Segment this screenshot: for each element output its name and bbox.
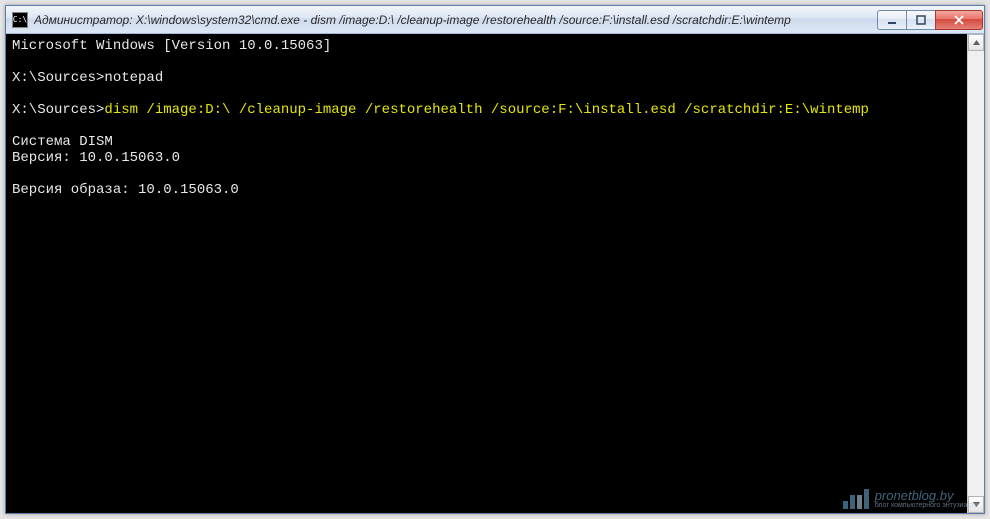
terminal-area: Microsoft Windows [Version 10.0.15063] X… xyxy=(6,34,984,513)
scroll-up-button[interactable] xyxy=(968,34,984,51)
terminal-output[interactable]: Microsoft Windows [Version 10.0.15063] X… xyxy=(6,34,967,513)
output-line-3: Версия образа: 10.0.15063.0 xyxy=(12,182,239,198)
prompt-1: X:\Sources> xyxy=(12,70,104,86)
cmd-window: C:\ Администратор: X:\windows\system32\c… xyxy=(5,5,985,514)
command-1: notepad xyxy=(104,70,163,86)
command-2: dism /image:D:\ /cleanup-image /restoreh… xyxy=(104,102,869,118)
output-line-1: Cистема DISM xyxy=(12,134,113,150)
window-controls xyxy=(878,10,983,30)
scroll-track[interactable] xyxy=(968,51,984,496)
titlebar[interactable]: C:\ Администратор: X:\windows\system32\c… xyxy=(6,6,984,34)
maximize-button[interactable] xyxy=(906,10,936,30)
scroll-down-button[interactable] xyxy=(968,496,984,513)
vertical-scrollbar[interactable] xyxy=(967,34,984,513)
prompt-2: X:\Sources> xyxy=(12,102,104,118)
output-line-2: Версия: 10.0.15063.0 xyxy=(12,150,180,166)
close-button[interactable] xyxy=(935,10,983,30)
cmd-icon: C:\ xyxy=(12,12,28,28)
window-title: Администратор: X:\windows\system32\cmd.e… xyxy=(34,13,872,27)
minimize-button[interactable] xyxy=(877,10,907,30)
version-line: Microsoft Windows [Version 10.0.15063] xyxy=(12,38,331,54)
